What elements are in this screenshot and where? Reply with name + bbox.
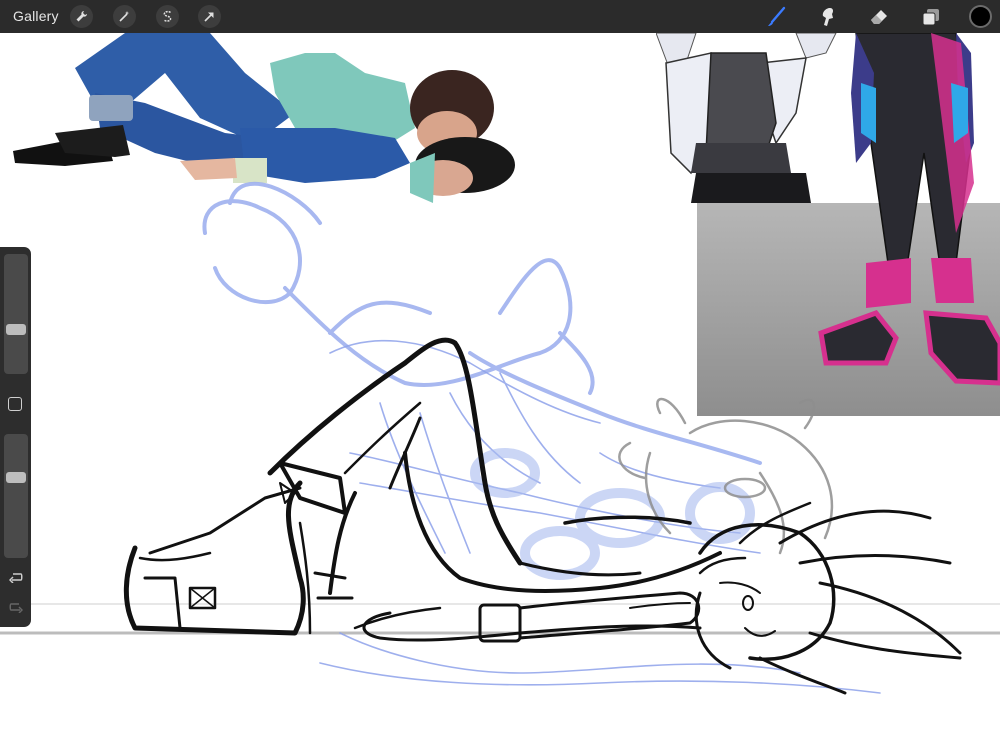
brush-size-thumb[interactable] xyxy=(6,324,26,335)
sketch-layer xyxy=(0,181,1000,695)
redo-icon[interactable] xyxy=(6,597,26,617)
smudge-icon[interactable] xyxy=(815,4,841,30)
color-picker-swatch[interactable] xyxy=(969,5,992,28)
selection-icon[interactable] xyxy=(156,5,179,28)
top-toolbar: Gallery xyxy=(0,0,1000,33)
modify-square-icon[interactable] xyxy=(8,397,22,411)
opacity-thumb[interactable] xyxy=(6,472,26,483)
eraser-icon[interactable] xyxy=(866,4,892,30)
left-sidebar xyxy=(0,247,31,627)
undo-icon[interactable] xyxy=(6,567,26,587)
opacity-slider[interactable] xyxy=(4,434,28,558)
transform-arrow-icon[interactable] xyxy=(198,5,221,28)
brush-icon[interactable] xyxy=(764,4,790,30)
brush-size-slider[interactable] xyxy=(4,254,28,374)
layers-icon[interactable] xyxy=(918,4,944,30)
wrench-icon[interactable] xyxy=(70,5,93,28)
gallery-button[interactable]: Gallery xyxy=(13,8,59,24)
magic-wand-icon[interactable] xyxy=(113,5,136,28)
